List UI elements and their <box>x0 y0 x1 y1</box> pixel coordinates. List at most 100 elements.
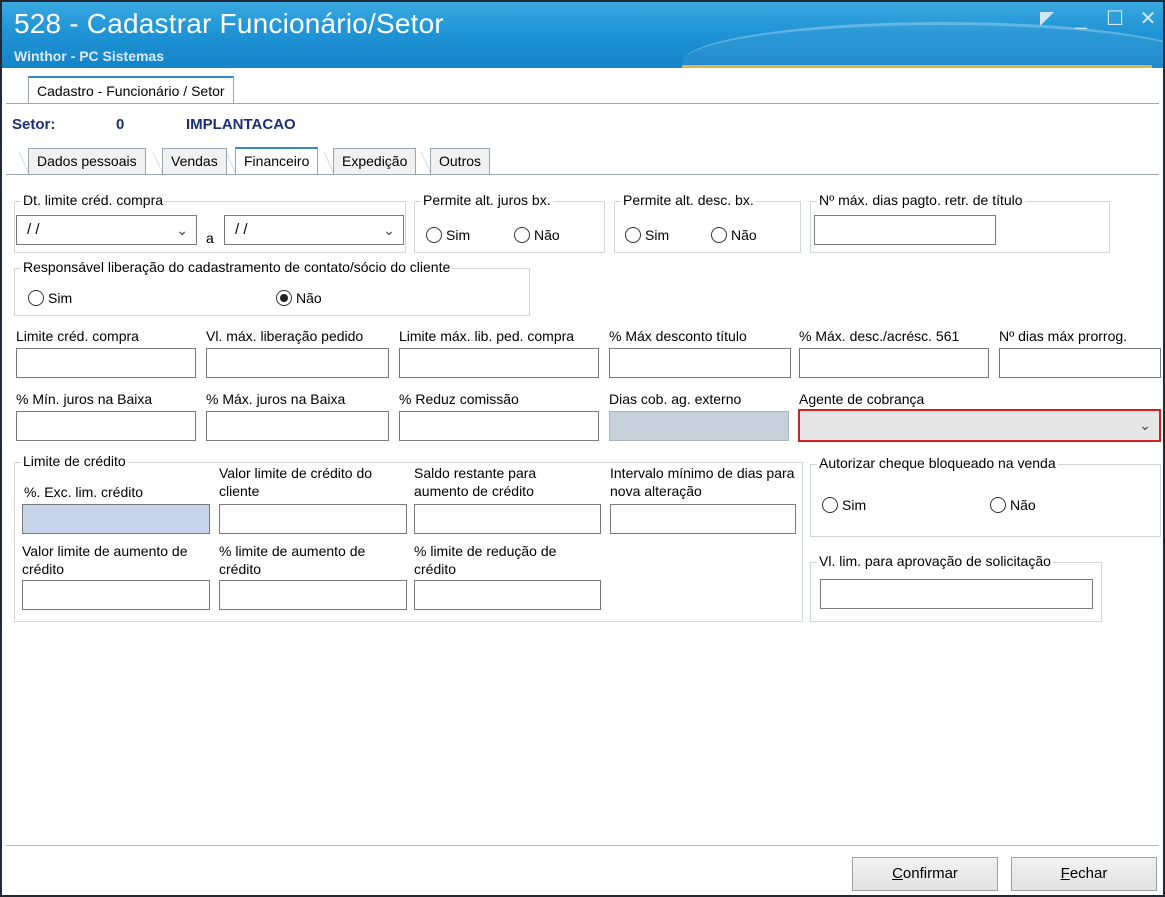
intervalo-minimo-label: Intervalo mínimo de dias para nova alter… <box>610 465 795 499</box>
dias-cob-ag-externo-label: Dias cob. ag. externo <box>609 391 742 407</box>
tab-expedicao[interactable]: Expedição <box>323 148 417 174</box>
radio-circle-icon <box>711 227 727 243</box>
permite-desc-title: Permite alt. desc. bx. <box>621 192 756 208</box>
vl-lim-aprovacao-title: Vl. lim. para aprovação de solicitação <box>817 553 1053 569</box>
chevron-down-icon: ⌄ <box>383 222 395 238</box>
dt-limite-from-combo[interactable]: / / ⌄ <box>16 215 197 245</box>
max-desc-titulo-label: % Máx desconto título <box>609 328 747 344</box>
limite-cred-compra-input[interactable] <box>16 348 196 378</box>
bottom-divider <box>6 845 1159 846</box>
limite-max-lib-ped-input[interactable] <box>399 348 599 378</box>
limite-reducao-input[interactable] <box>414 580 601 610</box>
dt-limite-from-value: / / <box>27 221 40 238</box>
dias-cob-ag-externo-input <box>609 411 789 441</box>
valor-limite-aumento-input[interactable] <box>22 580 210 610</box>
valor-limite-aumento-label: Valor limite de aumento de crédito <box>22 543 188 577</box>
responsavel-title: Responsável liberação do cadastramento d… <box>21 259 453 275</box>
radio-circle-icon <box>28 290 44 306</box>
restore-icon[interactable] <box>1034 6 1060 32</box>
responsavel-nao-radio[interactable]: Não <box>276 290 322 306</box>
fechar-button[interactable]: Fechar <box>1011 857 1157 891</box>
autorizar-cheque-sim-radio[interactable]: Sim <box>822 497 866 513</box>
max-juros-baixa-label: % Máx. juros na Baixa <box>206 391 346 407</box>
max-desc-acresc-label: % Máx. desc./acrésc. 561 <box>799 328 960 344</box>
radio-circle-icon <box>990 497 1006 513</box>
max-dias-pagto-title: Nº máx. dias pagto. retr. de título <box>817 192 1025 208</box>
window-title: 528 - Cadastrar Funcionário/Setor <box>14 8 444 39</box>
permite-juros-nao-label: Não <box>534 227 560 243</box>
vl-max-lib-pedido-input[interactable] <box>206 348 389 378</box>
tab-dados-pessoais[interactable]: Dados pessoais <box>19 148 146 174</box>
vl-lim-aprovacao-input[interactable] <box>820 579 1093 609</box>
max-juros-baixa-input[interactable] <box>206 411 389 441</box>
dt-limite-to-combo[interactable]: / / ⌄ <box>224 215 404 245</box>
title-bar-accent-stripe <box>682 65 1152 68</box>
radio-circle-icon <box>276 290 292 306</box>
responsavel-sim-radio[interactable]: Sim <box>28 290 72 306</box>
permite-juros-title: Permite alt. juros bx. <box>421 192 553 208</box>
fechar-label: echar <box>1069 865 1108 882</box>
exc-lim-credito-label: %. Exc. lim. crédito <box>24 484 144 500</box>
agente-cobranca-combo[interactable]: ⌄ <box>798 409 1161 442</box>
tab-vendas[interactable]: Vendas <box>153 148 227 174</box>
tab-outros[interactable]: Outros <box>420 148 491 174</box>
radio-circle-icon <box>822 497 838 513</box>
minimize-icon[interactable]: _ <box>1068 6 1094 32</box>
responsavel-group: Responsável liberação do cadastramento d… <box>14 259 530 316</box>
autorizar-cheque-sim-label: Sim <box>842 497 867 513</box>
dias-max-prorrog-input[interactable] <box>999 348 1161 378</box>
min-juros-baixa-label: % Mín. juros na Baixa <box>16 391 153 407</box>
tabs-divider <box>6 174 1159 175</box>
permite-juros-sim-radio[interactable]: Sim <box>426 227 470 243</box>
permite-desc-sim-radio[interactable]: Sim <box>625 227 669 243</box>
fechar-accelerator: F <box>1060 865 1070 882</box>
reduz-comissao-input[interactable] <box>399 411 599 441</box>
confirmar-button[interactable]: Confirmar <box>852 857 998 891</box>
autorizar-cheque-nao-radio[interactable]: Não <box>990 497 1036 513</box>
confirmar-label: onfirmar <box>902 865 958 882</box>
permite-desc-nao-label: Não <box>731 227 757 243</box>
valor-limite-cliente-input[interactable] <box>219 504 407 534</box>
radio-circle-icon <box>426 227 442 243</box>
saldo-restante-label: Saldo restante para aumento de crédito <box>414 465 537 499</box>
autorizar-cheque-nao-label: Não <box>1010 497 1036 513</box>
radio-circle-icon <box>514 227 530 243</box>
agente-cobranca-label: Agente de cobrança <box>799 391 925 407</box>
intervalo-minimo-input[interactable] <box>610 504 796 534</box>
max-desc-acresc-input[interactable] <box>799 348 989 378</box>
max-dias-pagto-input[interactable] <box>814 215 996 245</box>
app-window: 528 - Cadastrar Funcionário/Setor Wintho… <box>0 0 1165 897</box>
exc-lim-credito-input[interactable] <box>22 504 210 534</box>
autorizar-cheque-title: Autorizar cheque bloqueado na venda <box>817 455 1058 471</box>
permite-juros-sim-label: Sim <box>446 227 471 243</box>
dias-max-prorrog-label: Nº dias máx prorrog. <box>999 328 1128 344</box>
responsavel-nao-label: Não <box>296 290 322 306</box>
dt-limite-separator: a <box>206 230 214 246</box>
confirmar-accelerator: C <box>892 865 903 882</box>
permite-desc-nao-radio[interactable]: Não <box>711 227 757 243</box>
limite-credito-title: Limite de crédito <box>21 453 128 469</box>
permite-juros-nao-radio[interactable]: Não <box>514 227 560 243</box>
permite-desc-sim-label: Sim <box>645 227 670 243</box>
dt-limite-to-value: / / <box>235 221 248 238</box>
window-subtitle: Winthor - PC Sistemas <box>14 48 165 64</box>
close-icon[interactable]: ✕ <box>1135 6 1161 32</box>
limite-reducao-label: % limite de redução de crédito <box>414 543 557 577</box>
reduz-comissao-label: % Reduz comissão <box>399 391 519 407</box>
dt-limite-title: Dt. limite créd. compra <box>21 192 166 208</box>
setor-code: 0 <box>116 116 125 133</box>
maximize-icon[interactable]: ☐ <box>1102 6 1128 32</box>
title-bar: 528 - Cadastrar Funcionário/Setor Wintho… <box>2 2 1163 68</box>
valor-limite-cliente-label: Valor limite de crédito do cliente <box>219 465 373 499</box>
tab-cadastro[interactable]: Cadastro - Funcionário / Setor <box>28 76 234 104</box>
limite-aumento-input[interactable] <box>219 580 407 610</box>
saldo-restante-input[interactable] <box>414 504 601 534</box>
limite-cred-compra-label: Limite créd. compra <box>16 328 139 344</box>
radio-circle-icon <box>625 227 641 243</box>
max-desc-titulo-input[interactable] <box>609 348 791 378</box>
chevron-down-icon: ⌄ <box>176 222 188 238</box>
responsavel-sim-label: Sim <box>48 290 73 306</box>
tab-financeiro[interactable]: Financeiro <box>225 147 319 174</box>
chevron-down-icon: ⌄ <box>1139 417 1151 433</box>
min-juros-baixa-input[interactable] <box>16 411 196 441</box>
